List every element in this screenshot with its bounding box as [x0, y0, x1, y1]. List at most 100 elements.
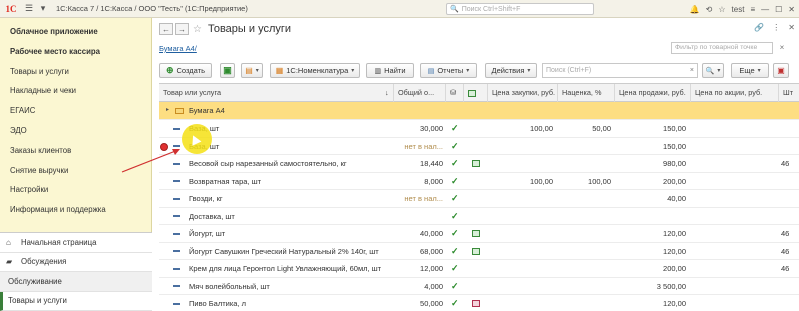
reports-button[interactable]: ▤ Отчеты ▾: [420, 63, 477, 78]
item-extra: [781, 278, 799, 295]
home-page-link[interactable]: ⌂ Начальная страница: [0, 233, 152, 253]
item-name: Гвозди, кг: [189, 194, 223, 203]
chevron-down-icon: ▾: [351, 68, 355, 74]
item-markup: [559, 138, 611, 155]
item-stock: нет в нал...: [404, 141, 443, 151]
back-button[interactable]: ←: [159, 23, 173, 35]
sidebar-item-settings[interactable]: Настройки: [0, 180, 151, 200]
table-row[interactable]: Весовой сыр нарезанный самостоятельно, к…: [159, 155, 799, 173]
item-dash-icon: [173, 120, 180, 137]
maximize-icon[interactable]: ☐: [775, 5, 782, 14]
settings-icon[interactable]: ≡: [750, 5, 755, 14]
marking-icon: [472, 225, 480, 242]
global-search-input[interactable]: 🔍 Поиск Ctrl+Shift+F: [446, 3, 594, 15]
star-icon[interactable]: ☆: [718, 5, 725, 14]
item-extra: [781, 138, 799, 155]
col-markup[interactable]: Наценка, %: [558, 84, 615, 102]
bell-icon[interactable]: 🔔: [690, 5, 700, 14]
sidebar-item-orders[interactable]: Заказы клиентов: [0, 141, 151, 161]
col-marking[interactable]: [464, 84, 488, 102]
table-row[interactable]: Ваза, шт 30,000 ✓ 100,00 50,00 150,00: [159, 120, 799, 138]
item-stock: 8,000: [424, 176, 443, 186]
minimize-icon[interactable]: —: [761, 5, 769, 14]
sidebar-item-edo[interactable]: ЭДО: [0, 121, 151, 141]
point-filter-input[interactable]: Фильтр по товарной точке: [671, 42, 773, 54]
clear-search-icon[interactable]: ×: [690, 64, 694, 77]
sidebar-item-cloud-app[interactable]: Облачное приложение: [0, 22, 151, 42]
table-row[interactable]: Ваза, шт нет в нал... ✓ 150,00: [159, 138, 799, 155]
window-menu-icon[interactable]: ▾: [36, 0, 50, 18]
sort-icon[interactable]: ↓: [381, 84, 394, 102]
col-extra[interactable]: Шт: [779, 84, 799, 102]
sidebar-item-cash-withdrawal[interactable]: Снятие выручки: [0, 161, 151, 181]
find-button[interactable]: ▥ Найти: [366, 63, 414, 78]
col-promo[interactable]: Цена по акции, руб.: [691, 84, 779, 102]
item-markup: 50,00: [592, 124, 611, 133]
help-button[interactable]: ▣: [773, 63, 789, 78]
col-publish[interactable]: ⛁: [446, 84, 464, 102]
favorite-star-icon[interactable]: ☆: [193, 24, 202, 35]
table-row[interactable]: Гвозди, кг нет в нал... ✓ 40,00: [159, 190, 799, 208]
forward-button[interactable]: →: [175, 23, 189, 35]
sidebar-bottom: ⌂ Начальная страница ▰ Обсуждения Обслуж…: [0, 232, 152, 311]
report-icon: ▤: [427, 67, 435, 75]
col-stock[interactable]: Общий о...: [394, 84, 446, 102]
list-search-input[interactable]: Поиск (Ctrl+F) ×: [542, 63, 698, 78]
col-purchase[interactable]: Цена закупки, руб.: [488, 84, 558, 102]
goods-table: Товар или услуга ↓ Общий о... ⛁ Цена зак…: [159, 83, 799, 311]
item-markup: 100,00: [588, 176, 611, 186]
history-icon[interactable]: ⟲: [706, 5, 713, 14]
user-name[interactable]: test: [732, 5, 745, 14]
more-button[interactable]: Еще ▾: [731, 63, 769, 78]
toolbar: ⊕ Создать ▣ ▤ ▾ ▦ 1С:Номенклатура ▾ ▥ На…: [159, 63, 799, 79]
published-check-icon: ✓: [451, 123, 459, 133]
print-button[interactable]: ▤ ▾: [241, 63, 263, 78]
item-extra: [781, 208, 799, 225]
item-purchase-price: [489, 138, 553, 155]
table-row[interactable]: Пиво Балтика, л 50,000 ✓ 120,00: [159, 295, 799, 311]
clear-filter-icon[interactable]: ×: [776, 42, 788, 54]
open-window-goods[interactable]: Товары и услуги: [0, 291, 152, 311]
close-icon[interactable]: ✕: [788, 5, 795, 14]
copy-button[interactable]: ▣: [220, 63, 235, 78]
item-extra: 46: [781, 264, 790, 273]
table-row[interactable]: Мяч волейбольный, шт 4,000 ✓ 3 500,00: [159, 278, 799, 295]
search-options-button[interactable]: 🔍 ▾: [702, 63, 724, 78]
group-name: Бумага А4: [189, 106, 225, 115]
table-header: Товар или услуга ↓ Общий о... ⛁ Цена зак…: [159, 84, 799, 102]
expand-triangle-icon[interactable]: ▸: [166, 102, 169, 119]
item-sale-price: 200,00: [663, 176, 686, 186]
group-row[interactable]: ▸ Бумага А4: [159, 102, 799, 120]
item-stock: [395, 208, 443, 225]
close-form-icon[interactable]: ✕: [788, 23, 795, 32]
sidebar-item-invoices[interactable]: Накладные и чеки: [0, 81, 151, 101]
main-menu-icon[interactable]: ☰: [22, 0, 36, 18]
published-check-icon: ✓: [451, 175, 459, 186]
col-sale[interactable]: Цена продажи, руб.: [615, 84, 691, 102]
item-markup: [559, 225, 611, 242]
actions-button[interactable]: Действия ▾: [485, 63, 537, 78]
table-row[interactable]: Доставка, шт ✓: [159, 208, 799, 225]
sidebar-item-egais[interactable]: ЕГАИС: [0, 101, 151, 121]
link-icon[interactable]: 🔗: [754, 23, 764, 32]
col-name[interactable]: Товар или услуга: [159, 84, 394, 102]
item-stock: 40,000: [420, 229, 443, 238]
item-dash-icon: [173, 173, 180, 190]
sidebar-item-goods[interactable]: Товары и услуги: [0, 62, 151, 82]
sidebar-item-info[interactable]: Информация и поддержка: [0, 200, 151, 220]
table-row[interactable]: Крем для лица Геронтол Light Увлажняющий…: [159, 260, 799, 278]
more-icon[interactable]: ⋮: [772, 23, 780, 32]
discussions-link[interactable]: ▰ Обсуждения: [0, 253, 152, 272]
item-markup: [559, 243, 611, 260]
item-purchase-price: [489, 295, 553, 311]
table-row[interactable]: Йогурт Савушкин Греческий Натуральный 2%…: [159, 243, 799, 260]
table-row[interactable]: Йогурт, шт 40,000 ✓ 120,00 46: [159, 225, 799, 243]
sidebar-item-cashier-workplace[interactable]: Рабочее место кассира: [0, 42, 151, 62]
item-extra: [781, 120, 799, 137]
breadcrumb[interactable]: Бумага А4/: [159, 44, 197, 53]
item-name: Крем для лица Геронтол Light Увлажняющий…: [189, 264, 382, 273]
nomenclature-button[interactable]: ▦ 1С:Номенклатура ▾: [270, 63, 360, 78]
grid-icon: ▥: [374, 67, 382, 75]
table-row[interactable]: Возвратная тара, шт 8,000 ✓ 100,00 100,00 200…: [159, 173, 799, 190]
create-button[interactable]: ⊕ Создать: [159, 63, 212, 78]
